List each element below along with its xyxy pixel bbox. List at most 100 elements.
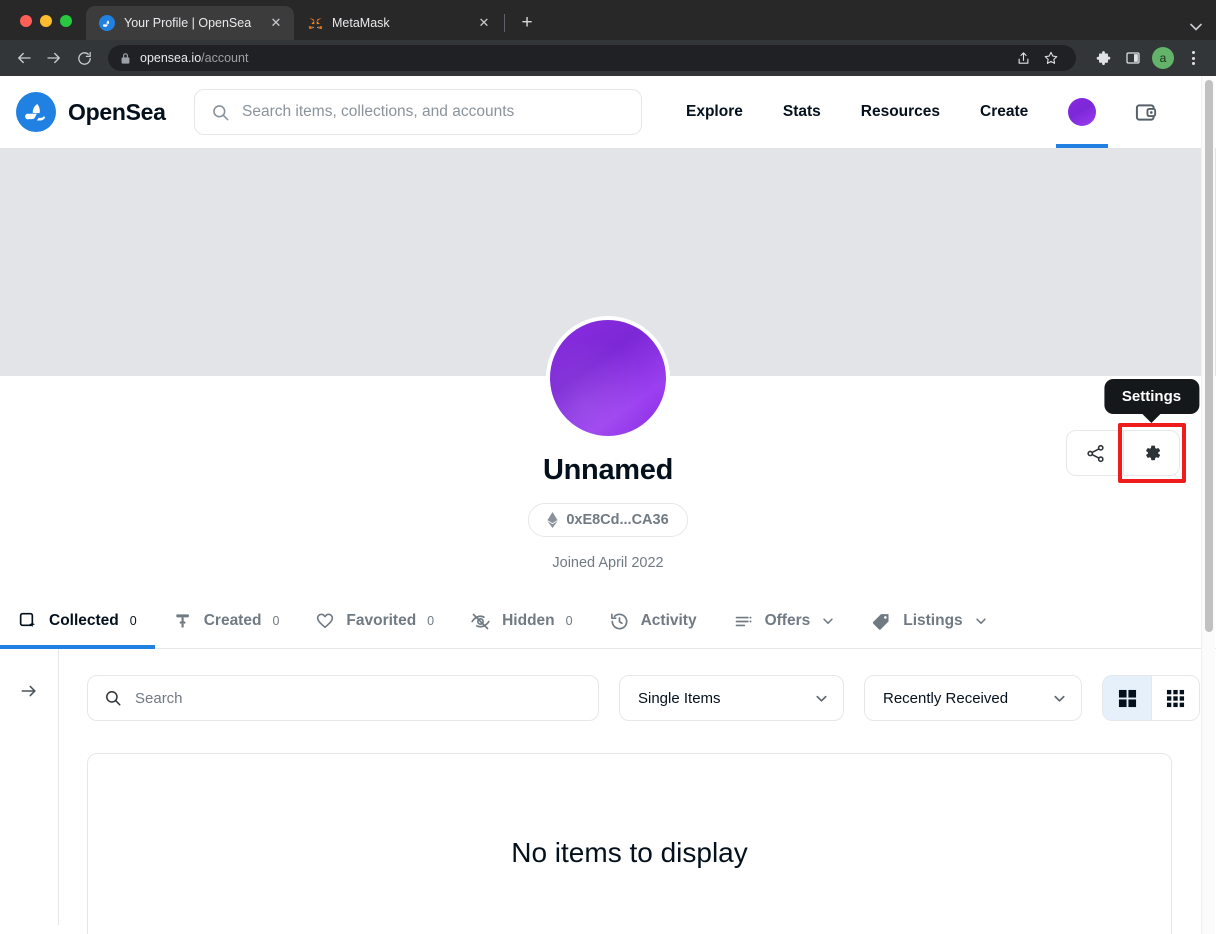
content-area: Search Single Items Recently Received No… [0,649,1216,934]
scrollbar-thumb[interactable] [1205,80,1213,632]
nav-wallet-button[interactable] [1116,76,1181,148]
browser-tab-opensea[interactable]: Your Profile | OpenSea ✕ [86,6,294,40]
tab-favorited[interactable]: Favorited 0 [297,594,452,648]
back-icon[interactable] [10,44,38,72]
chevron-down-icon [814,691,829,706]
nav-item-create[interactable]: Create [960,76,1048,148]
chrome-menu-icon[interactable] [1180,45,1206,71]
brand-name: OpenSea [68,98,166,125]
global-search-input[interactable]: Search items, collections, and accounts [194,89,642,135]
sort-select[interactable]: Recently Received [864,675,1082,721]
tab-label: Offers [764,612,811,629]
tab-count: 0 [272,614,280,628]
share-button[interactable] [1067,431,1123,475]
filter-sidebar-collapsed [0,649,59,925]
address-bar[interactable]: opensea.io/account [108,45,1076,71]
tab-created[interactable]: Created 0 [155,594,298,648]
profile-avatar[interactable] [546,316,670,440]
sort-value: Recently Received [883,689,1009,707]
collected-card-icon [18,611,38,631]
close-window-button[interactable] [20,15,32,27]
browser-tabstrip: Your Profile | OpenSea ✕ MetaMask ✕ + [0,0,1216,40]
profile-initial: a [1152,47,1174,69]
profile-action-buttons: Settings [1066,379,1200,483]
browser-toolbar: opensea.io/account a [0,40,1216,76]
main-nav: Explore Stats Resources Create [666,76,1181,148]
search-placeholder: Search [135,689,183,707]
search-icon [104,689,122,707]
tab-label: Created [203,612,262,629]
settings-button[interactable]: Settings [1103,379,1200,483]
chevron-down-icon[interactable] [1190,23,1202,31]
chevron-down-icon [821,614,835,628]
grid-small-icon[interactable] [1151,676,1199,720]
expand-filters-button[interactable] [13,675,45,707]
tab-label: Favorited [346,612,417,629]
new-tab-button[interactable]: + [513,9,541,37]
minimize-window-button[interactable] [40,15,52,27]
heart-icon [315,611,335,631]
tab-label: Listings [903,612,963,629]
wallet-address-text: 0xE8Cd...CA36 [566,512,669,528]
search-icon [211,103,230,122]
maximize-window-button[interactable] [60,15,72,27]
lock-icon [120,52,131,65]
nav-item-explore[interactable]: Explore [666,76,763,148]
tab-activity[interactable]: Activity [591,594,715,648]
tab-label: Activity [640,612,697,629]
view-mode-toggle [1102,675,1200,721]
close-icon[interactable]: ✕ [268,15,284,31]
window-traffic-lights [0,15,72,40]
metamask-icon [307,15,323,31]
global-search-placeholder: Search items, collections, and accounts [242,103,515,120]
browser-window: Your Profile | OpenSea ✕ MetaMask ✕ + op… [0,0,1216,934]
listings-tag-icon [871,611,892,632]
settings-tooltip: Settings [1103,379,1200,414]
grid-large-icon[interactable] [1103,676,1151,720]
bookmark-star-icon[interactable] [1038,45,1064,71]
nav-item-stats[interactable]: Stats [763,76,841,148]
reload-icon[interactable] [70,44,98,72]
tab-hidden[interactable]: Hidden 0 [452,594,590,648]
tab-label: Collected [49,612,119,629]
tab-offers[interactable]: Offers [715,594,854,648]
tab-separator [504,14,505,32]
site-header: OpenSea Search items, collections, and a… [0,76,1216,148]
chevron-down-icon [1052,691,1067,706]
empty-state-card: No items to display [87,753,1172,934]
tab-label: Hidden [502,612,555,629]
browser-tab-title: MetaMask [332,16,390,30]
close-icon[interactable]: ✕ [476,15,492,31]
activity-clock-icon [609,611,630,632]
extensions-puzzle-icon[interactable] [1090,45,1116,71]
avatar [1068,98,1097,126]
active-nav-indicator [1056,144,1109,148]
side-panel-icon[interactable] [1120,45,1146,71]
browser-tab-metamask[interactable]: MetaMask ✕ [294,6,502,40]
wallet-address-pill[interactable]: 0xE8Cd...CA36 [528,503,688,537]
forward-icon[interactable] [40,44,68,72]
chrome-profile-avatar[interactable]: a [1150,45,1176,71]
nav-account-button[interactable] [1048,76,1116,148]
page-scrollbar[interactable] [1201,76,1215,934]
joined-date: Joined April 2022 [552,555,664,571]
browser-extension-icons: a [1090,45,1206,71]
profile-section: Settings Unnamed 0xE8Cd...CA36 Joined Ap… [0,316,1216,571]
tab-count: 0 [427,614,435,628]
browser-tab-title: Your Profile | OpenSea [124,16,252,30]
nav-item-resources[interactable]: Resources [841,76,960,148]
tab-listings[interactable]: Listings [853,594,1005,648]
ethereum-icon [547,512,558,528]
opensea-logo[interactable]: OpenSea [16,92,194,132]
search-input[interactable]: Search [87,675,599,721]
item-type-select[interactable]: Single Items [619,675,844,721]
item-type-value: Single Items [638,689,721,707]
chevron-down-icon [974,614,988,628]
opensea-logo-icon [16,92,56,132]
filter-bar: Search Single Items Recently Received [87,675,1200,721]
tab-collected[interactable]: Collected 0 [0,594,155,649]
page-viewport: OpenSea Search items, collections, and a… [0,76,1216,934]
profile-tabs: Collected 0 Created 0 Favorited 0 Hidden… [0,595,1216,649]
address-bar-text: opensea.io/account [140,51,249,65]
share-icon[interactable] [1010,45,1036,71]
